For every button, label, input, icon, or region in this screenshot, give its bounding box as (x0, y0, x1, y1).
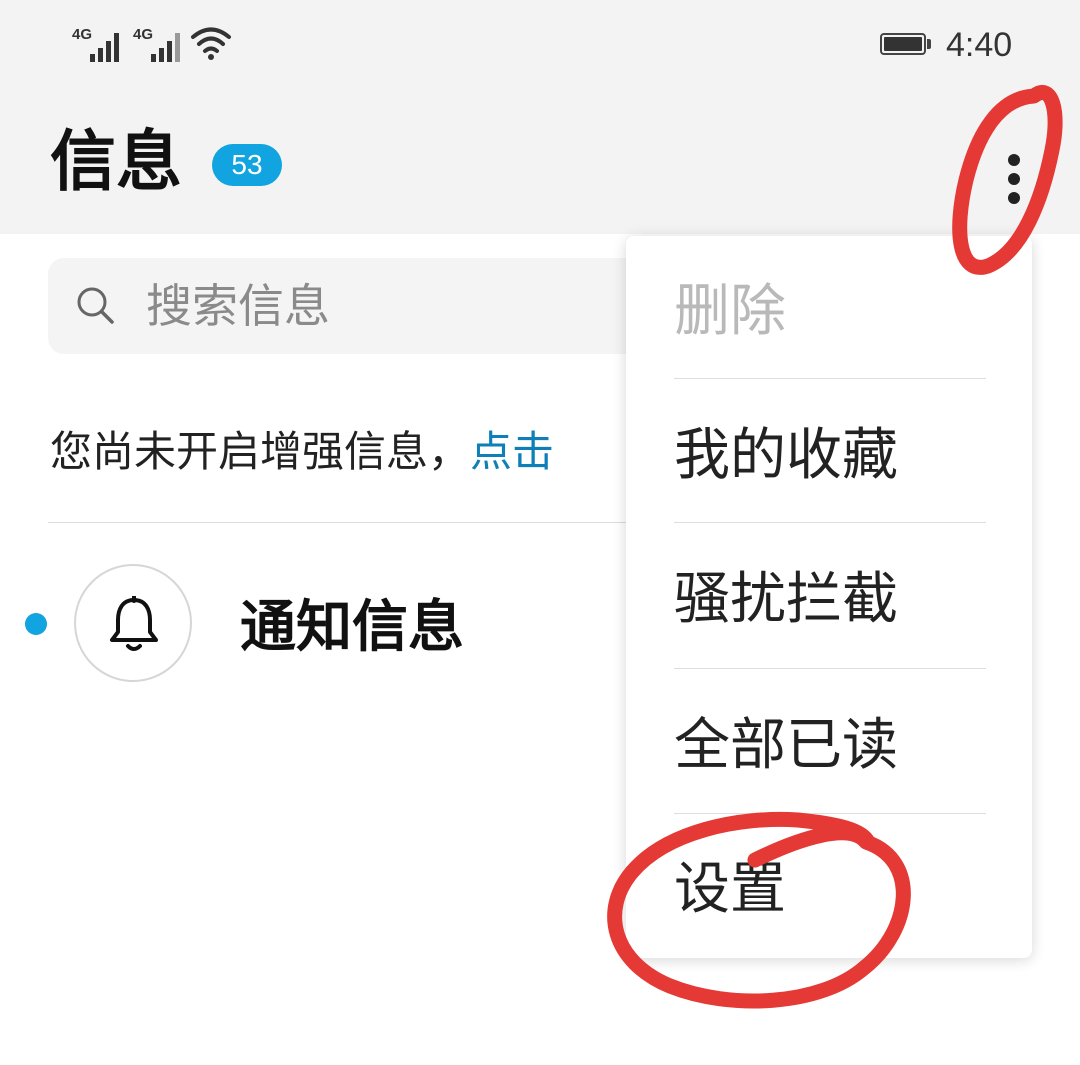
status-bar: 4G 4G 4:40 (0, 0, 1080, 90)
unread-count-badge: 53 (212, 144, 282, 186)
search-placeholder: 搜索信息 (146, 279, 330, 333)
avatar (74, 564, 192, 682)
menu-divider (674, 522, 986, 523)
menu-divider (674, 813, 986, 814)
wifi-icon (191, 27, 231, 60)
divider (48, 522, 668, 523)
menu-divider (674, 668, 986, 669)
menu-item-mark-all-read[interactable]: 全部已读 (674, 674, 986, 818)
search-icon (77, 287, 114, 324)
menu-divider (674, 378, 986, 379)
menu-item-spam-block[interactable]: 骚扰拦截 (674, 528, 986, 672)
battery-icon (880, 33, 932, 57)
messages-screen: 4G 4G 4:40 信息 53 搜索信息 您尚未开启增强信息，点击 通知信息 … (0, 0, 1080, 1065)
notice-text: 您尚未开启增强信息， (50, 427, 471, 476)
menu-item-favorites[interactable]: 我的收藏 (674, 384, 986, 528)
network-type-label: 4G (72, 26, 93, 43)
page-title: 信息 (50, 123, 182, 200)
conversation-title: 通知信息 (240, 595, 464, 660)
enhanced-message-notice: 您尚未开启增强信息，点击 (50, 424, 554, 480)
search-input[interactable]: 搜索信息 (48, 258, 668, 354)
menu-item-delete: 删除 (674, 279, 786, 344)
bell-icon (110, 596, 158, 651)
overflow-menu: 删除 我的收藏 骚扰拦截 全部已读 设置 (626, 236, 1032, 958)
more-options-button[interactable] (994, 132, 1034, 204)
enable-enhanced-link[interactable]: 点击 (470, 427, 554, 476)
unread-dot (25, 613, 47, 635)
status-time: 4:40 (946, 26, 1013, 64)
network-type-label: 4G (133, 26, 154, 43)
menu-item-settings[interactable]: 设置 (674, 818, 986, 962)
